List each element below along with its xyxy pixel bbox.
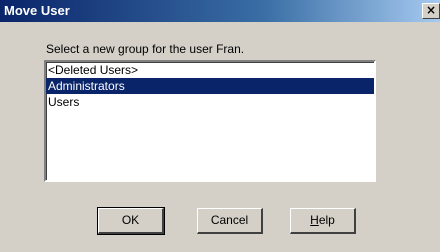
help-label-rest: elp [318, 213, 335, 227]
instruction-label: Select a new group for the user Fran. [46, 42, 245, 56]
group-listbox[interactable]: <Deleted Users> Administrators Users [44, 60, 376, 182]
window-title: Move User [4, 3, 70, 18]
help-button[interactable]: Help [290, 208, 356, 234]
list-item-deleted-users[interactable]: <Deleted Users> [46, 62, 374, 78]
cancel-button[interactable]: Cancel [197, 208, 263, 234]
close-button[interactable]: × [422, 3, 440, 19]
ok-button[interactable]: OK [97, 207, 165, 235]
list-item-administrators[interactable]: Administrators [46, 78, 374, 94]
title-bar: Move User × [0, 0, 440, 22]
list-item-users[interactable]: Users [46, 94, 374, 110]
help-accelerator: H [310, 213, 319, 227]
close-icon: × [425, 3, 437, 17]
